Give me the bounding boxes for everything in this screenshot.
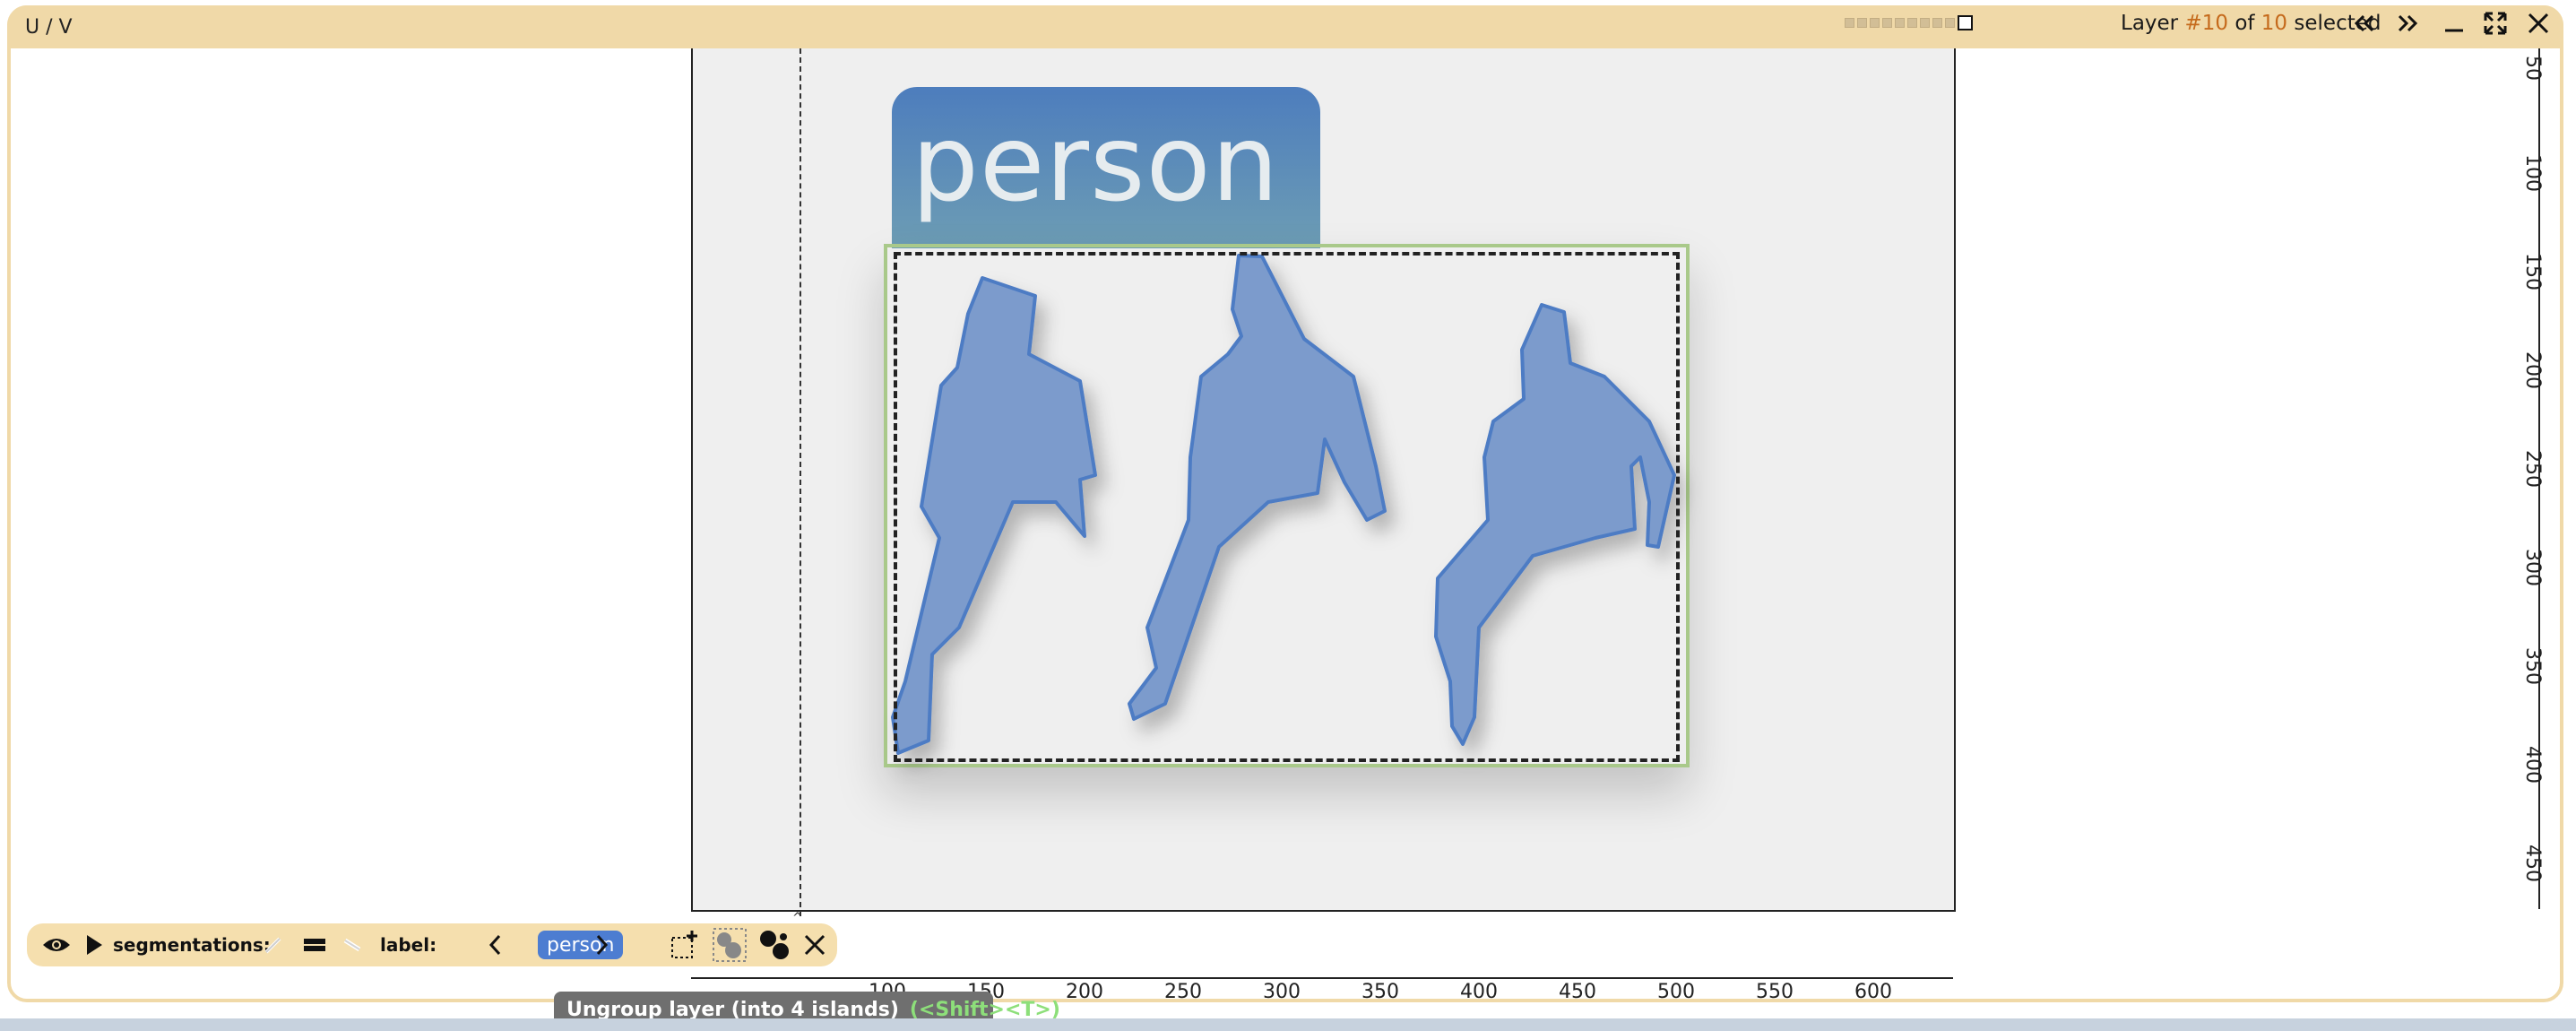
previous-label-button[interactable]: [486, 923, 506, 966]
ruler-h-tick-label: 500: [1657, 981, 1695, 1003]
close-icon: [2528, 13, 2549, 34]
layer-selection-dashed-box[interactable]: [894, 252, 1680, 762]
ruler-h-tick-label: 550: [1756, 981, 1794, 1003]
progress-dot[interactable]: [1857, 17, 1867, 28]
play-icon: [87, 935, 102, 955]
chevron-right-icon: [596, 934, 609, 956]
ruler-v-tick-label: 100: [2521, 154, 2544, 192]
progress-dot[interactable]: [1907, 17, 1917, 28]
vertical-guide-line[interactable]: [800, 48, 801, 916]
segmentations-label: segmentations:: [113, 934, 271, 956]
previous-layer-button[interactable]: [2348, 7, 2381, 39]
layer-info-of: of: [2235, 12, 2255, 35]
status-strip: [0, 1018, 2576, 1031]
ruler-h-tick-label: 400: [1460, 981, 1498, 1003]
layer-progress-indicator[interactable]: [1845, 14, 1973, 30]
ruler-v-tick-label: 200: [2521, 351, 2544, 389]
ungroup-layer-button[interactable]: [756, 923, 792, 966]
layer-selection-info: Layer #10 of 10 selected: [2121, 12, 2381, 35]
eraser-icon: [343, 938, 361, 952]
layer-info-prefix: Layer: [2121, 12, 2179, 35]
progress-dot[interactable]: [1882, 17, 1892, 28]
segmentations-label-wrap: segmentations:: [113, 923, 271, 966]
tooltip-shortcut: (<Shift><T>): [909, 998, 1060, 1021]
minimize-icon: [2445, 29, 2463, 32]
delete-layer-button[interactable]: [801, 923, 828, 966]
ruler-v-tick-label: 450: [2521, 845, 2544, 882]
progress-dot[interactable]: [1932, 17, 1942, 28]
layer-current-index: #10: [2184, 12, 2228, 35]
ruler-v-tick-label: 150: [2521, 253, 2544, 290]
maximize-button[interactable]: [2479, 7, 2511, 39]
ruler-v-tick-label: 300: [2521, 549, 2544, 586]
window-title: U / V: [25, 16, 73, 39]
label-tag-text: person: [912, 101, 1280, 225]
ruler-v-tick-label: 350: [2521, 647, 2544, 685]
close-icon: [804, 934, 826, 956]
ruler-h-tick-label: 250: [1164, 981, 1202, 1003]
minimize-button[interactable]: [2438, 7, 2470, 39]
progress-dot[interactable]: [1895, 17, 1905, 28]
ruler-v-tick-label: 50: [2521, 56, 2544, 81]
ruler-h-tick-label: 200: [1066, 981, 1103, 1003]
chevron-left-icon: [488, 934, 501, 956]
progress-dot[interactable]: [1945, 17, 1955, 28]
ruler-v-tick-label: 250: [2521, 450, 2544, 488]
double-chevron-left-icon: [2354, 14, 2374, 32]
layer-total-count: 10: [2260, 12, 2288, 35]
pencil-icon: [264, 937, 281, 954]
label-tag: person: [892, 87, 1320, 248]
layer-toolbar: segmentations: label: person: [27, 923, 837, 966]
split-islands-icon: [760, 931, 789, 959]
progress-dot[interactable]: [1920, 17, 1930, 28]
ruler-h-tick-label: 350: [1361, 981, 1399, 1003]
tooltip-text: Ungroup layer (into 4 islands): [566, 998, 899, 1021]
progress-dot[interactable]: [1870, 17, 1880, 28]
horizontal-ruler: [691, 977, 1953, 979]
stack-icon: [304, 939, 325, 951]
next-label-button[interactable]: [592, 923, 611, 966]
label-label: label:: [380, 934, 437, 956]
play-button[interactable]: [84, 923, 104, 966]
progress-dot[interactable]: [1845, 17, 1854, 28]
double-chevron-right-icon: [2398, 14, 2418, 32]
progress-dot-selected[interactable]: [1958, 14, 1973, 30]
ruler-h-tick-label: 600: [1854, 981, 1892, 1003]
eye-icon: [43, 939, 70, 951]
ruler-h-tick-label: 450: [1559, 981, 1596, 1003]
add-selection-button[interactable]: [669, 923, 701, 966]
mask-tool-button[interactable]: [301, 923, 328, 966]
merge-islands-icon: [713, 928, 747, 962]
merge-islands-button[interactable]: [712, 923, 748, 966]
expand-icon: [2484, 12, 2507, 35]
close-window-button[interactable]: [2522, 7, 2554, 39]
brush-tool-button[interactable]: [262, 923, 285, 966]
label-label-wrap: label:: [380, 923, 437, 966]
ruler-h-tick-label: 300: [1263, 981, 1301, 1003]
visibility-toggle[interactable]: [41, 923, 72, 966]
add-selection-icon: [671, 931, 697, 958]
ruler-v-tick-label: 400: [2521, 746, 2544, 784]
eraser-tool-button[interactable]: [341, 923, 364, 966]
next-layer-button[interactable]: [2391, 7, 2424, 39]
